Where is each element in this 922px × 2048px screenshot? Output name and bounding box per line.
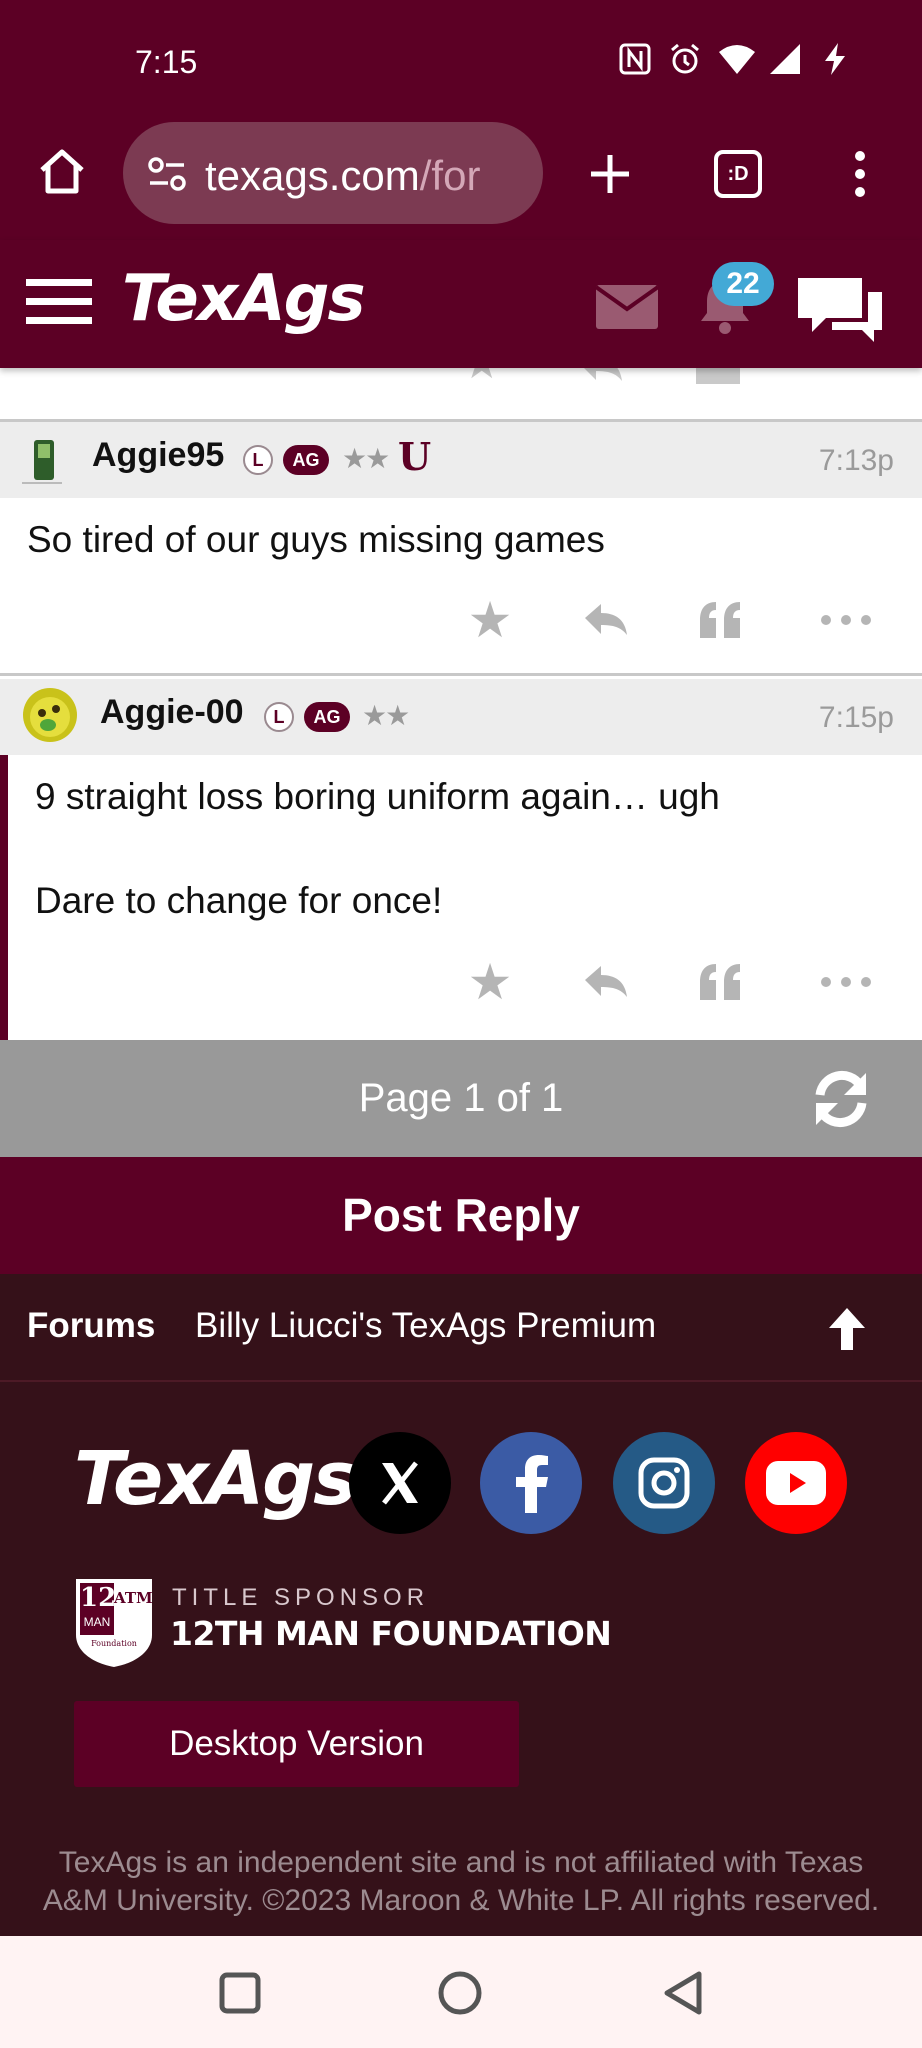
site-footer: Forums Billy Liucci's TexAgs Premium Tex…: [0, 1274, 922, 1936]
quote-icon[interactable]: [690, 590, 750, 650]
url-domain: texags.com: [205, 152, 420, 199]
facebook-social-link[interactable]: [480, 1432, 582, 1534]
star-icon[interactable]: ★: [460, 590, 520, 650]
url-text[interactable]: texags.com/for: [205, 152, 530, 200]
lifetime-badge: L: [243, 445, 273, 475]
sponsor-logo-man: MAN: [83, 1615, 111, 1629]
mail-icon[interactable]: [594, 282, 660, 332]
new-tab-icon[interactable]: [578, 142, 642, 206]
star-icon[interactable]: ★: [460, 952, 520, 1012]
status-bar: 7:15: [0, 0, 922, 110]
tab-switcher-button[interactable]: :D: [706, 142, 770, 206]
forum-post: Aggie-00 L AG ★★ 7:15p 9 straight loss b…: [0, 679, 922, 1040]
footer-disclaimer: TexAgs is an independent site and is not…: [42, 1846, 880, 1917]
post-body: 9 straight loss boring uniform again… ug…: [35, 771, 720, 927]
rank-stars: ★★: [342, 442, 390, 475]
post-username[interactable]: Aggie95: [92, 436, 224, 475]
site-settings-icon[interactable]: [145, 152, 189, 196]
recent-apps-button[interactable]: [215, 1968, 265, 2018]
reply-icon[interactable]: [576, 368, 626, 382]
lifetime-badge: L: [264, 702, 294, 732]
hamburger-menu-icon[interactable]: [24, 274, 94, 330]
pagination-bar: Page 1 of 1: [0, 1040, 922, 1157]
status-icons: [618, 42, 852, 76]
post-username[interactable]: Aggie-00: [100, 693, 244, 732]
title-sponsor-label: TITLE SPONSOR: [172, 1584, 430, 1611]
circle-icon: [438, 1971, 482, 2015]
school-badge: U: [398, 434, 432, 479]
post-text-line: So tired of our guys missing games: [27, 519, 605, 560]
quote-icon[interactable]: [690, 952, 750, 1012]
post-header: Aggie-00 L AG ★★ 7:15p: [0, 679, 922, 755]
page-indicator: Page 1 of 1: [358, 1076, 564, 1120]
reply-icon[interactable]: [576, 952, 636, 1012]
chat-bubbles-icon[interactable]: [792, 270, 888, 346]
system-navigation-bar: [0, 1936, 922, 2048]
breadcrumb-current[interactable]: Billy Liucci's TexAgs Premium: [195, 1306, 656, 1346]
post-reply-button[interactable]: Post Reply: [0, 1157, 922, 1274]
desktop-version-button[interactable]: Desktop Version: [74, 1701, 519, 1787]
post-time: 7:15p: [818, 701, 894, 734]
instagram-social-link[interactable]: [613, 1432, 715, 1534]
post-time: 7:13p: [818, 444, 894, 477]
home-button[interactable]: [435, 1968, 485, 2018]
rank-stars: ★★: [362, 699, 410, 732]
overflow-menu-icon[interactable]: [830, 142, 890, 206]
url-path: /for: [419, 152, 481, 199]
footer-logo[interactable]: TexAgs: [74, 1436, 357, 1522]
avatar[interactable]: [22, 687, 78, 743]
back-button[interactable]: [658, 1968, 708, 2018]
post-actions: ★: [440, 952, 900, 1012]
status-time: 7:15: [135, 44, 198, 80]
x-social-link[interactable]: [349, 1432, 451, 1534]
refresh-icon[interactable]: [806, 1068, 876, 1130]
more-options-icon[interactable]: [816, 590, 876, 650]
sponsor-name[interactable]: 12TH MAN FOUNDATION: [170, 1614, 612, 1653]
back-triangle-icon: [664, 1971, 702, 2015]
sponsor-logo-number: 12: [80, 1583, 117, 1613]
site-logo[interactable]: TexAgs: [122, 262, 366, 336]
ag-badge: AG: [304, 702, 350, 732]
reply-icon[interactable]: [576, 590, 636, 650]
sponsor-logo-foundation: Foundation: [91, 1639, 137, 1648]
notification-count-badge: 22: [712, 262, 774, 306]
post-text-line: 9 straight loss boring uniform again… ug…: [35, 776, 720, 817]
post-header: Aggie95 L AG ★★ U 7:13p: [0, 422, 922, 498]
nfc-icon: [618, 42, 652, 76]
breadcrumb: Forums Billy Liucci's TexAgs Premium: [0, 1274, 922, 1382]
square-icon: [219, 1972, 261, 2014]
post-actions: ★: [440, 590, 900, 650]
ag-badge: AG: [283, 445, 329, 475]
site-header: TexAgs: [0, 240, 922, 368]
more-options-icon[interactable]: [816, 952, 876, 1012]
quote-icon[interactable]: [696, 368, 740, 384]
alarm-icon: [668, 42, 702, 76]
post-body: So tired of our guys missing games: [27, 514, 605, 566]
home-icon[interactable]: [30, 140, 94, 204]
battery-charging-icon: [818, 42, 852, 76]
post-text-line: Dare to change for once!: [35, 880, 443, 921]
breadcrumb-forums-link[interactable]: Forums: [27, 1306, 155, 1346]
x-icon: [382, 1461, 418, 1505]
wifi-icon: [718, 42, 755, 76]
instagram-icon: [638, 1457, 690, 1509]
youtube-icon: [766, 1461, 826, 1505]
youtube-social-link[interactable]: [745, 1432, 847, 1534]
address-bar[interactable]: texags.com/for: [123, 122, 543, 224]
previous-post-actions: ★: [0, 338, 922, 422]
avatar[interactable]: [18, 436, 68, 488]
scroll-to-top-icon[interactable]: [822, 1304, 872, 1354]
facebook-icon: [516, 1455, 548, 1513]
browser-toolbar: texags.com/for :D: [0, 110, 922, 240]
tab-count: :D: [714, 150, 762, 198]
sponsor-logo-atm: ATM: [114, 1589, 153, 1607]
forum-post: Aggie95 L AG ★★ U 7:13p So tired of our …: [0, 422, 922, 676]
signal-icon: [768, 42, 802, 76]
12th-man-foundation-logo[interactable]: 12 MAN ATM Foundation: [74, 1577, 154, 1669]
